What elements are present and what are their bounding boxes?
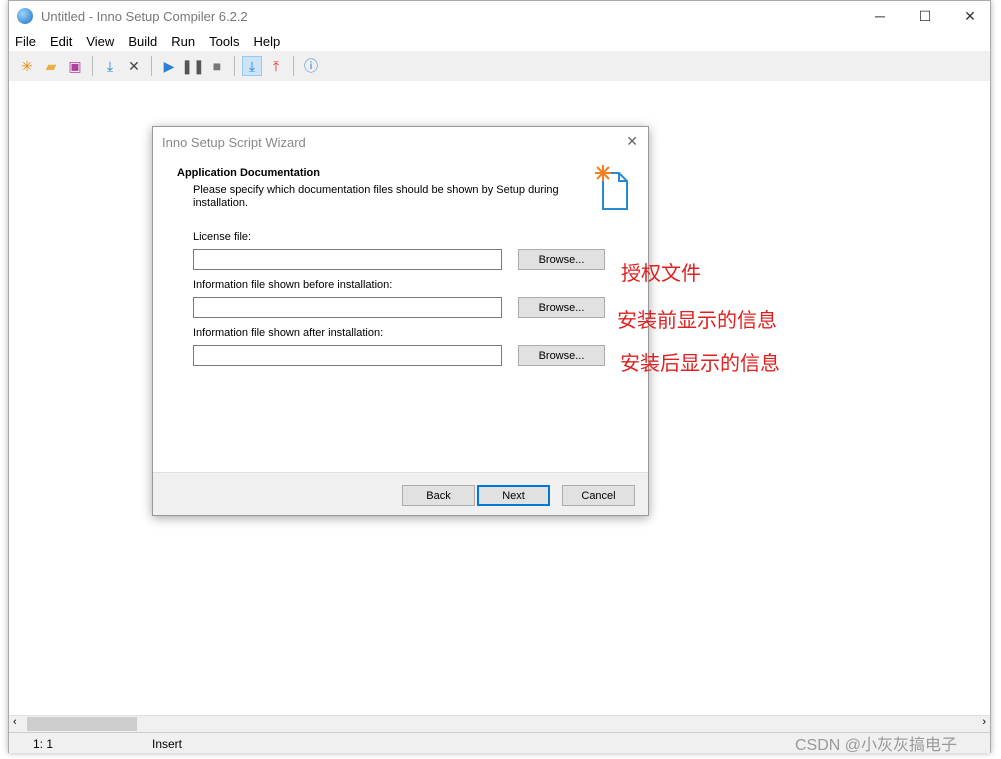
toolbar-separator xyxy=(151,56,152,76)
next-button[interactable]: Next xyxy=(477,485,550,506)
menu-build[interactable]: Build xyxy=(128,34,157,49)
back-button[interactable]: Back xyxy=(402,485,475,506)
horizontal-scrollbar[interactable]: ‹ › xyxy=(9,715,990,732)
toolbar: ✳ ▰ ▣ ⤓ ✕ ▶ ❚❚ ■ ⤓ ⤒ ⓘ xyxy=(9,51,990,81)
edit-mode: Insert xyxy=(152,737,183,751)
browse-info-after-button[interactable]: Browse... xyxy=(518,345,605,366)
save-icon[interactable]: ▣ xyxy=(65,56,85,76)
info-after-input[interactable] xyxy=(193,345,502,366)
menu-edit[interactable]: Edit xyxy=(50,34,72,49)
toolbar-separator xyxy=(293,56,294,76)
close-button[interactable]: ✕ xyxy=(947,1,993,31)
target-setup-icon[interactable]: ⤓ xyxy=(242,56,262,76)
run-icon[interactable]: ▶ xyxy=(159,56,179,76)
annotation-license: 授权文件 xyxy=(621,261,701,285)
target-uninstall-icon[interactable]: ⤒ xyxy=(266,56,286,76)
inno-setup-icon xyxy=(17,8,33,24)
license-file-label: License file: xyxy=(193,231,252,243)
info-after-label: Information file shown after installatio… xyxy=(193,327,384,339)
dialog-title: Inno Setup Script Wizard xyxy=(162,134,306,150)
open-file-icon[interactable]: ▰ xyxy=(41,56,61,76)
script-wizard-dialog: Inno Setup Script Wizard ✕ Application D… xyxy=(152,126,649,516)
dialog-footer: Back Next Cancel xyxy=(153,472,648,515)
terminate-icon[interactable]: ■ xyxy=(207,56,227,76)
browse-license-button[interactable]: Browse... xyxy=(518,249,605,270)
toolbar-separator xyxy=(92,56,93,76)
stop-compile-icon[interactable]: ✕ xyxy=(124,56,144,76)
page-heading: Application Documentation xyxy=(177,167,320,179)
dialog-close-button[interactable]: ✕ xyxy=(626,133,638,150)
menu-file[interactable]: File xyxy=(15,34,36,49)
page-description: Please specify which documentation files… xyxy=(193,184,559,209)
scroll-right-icon[interactable]: › xyxy=(982,716,986,728)
annotation-after: 安装后显示的信息 xyxy=(620,351,780,375)
new-file-icon[interactable]: ✳ xyxy=(17,56,37,76)
menu-bar: File Edit View Build Run Tools Help xyxy=(9,31,990,51)
annotation-before: 安装前显示的信息 xyxy=(617,308,777,332)
license-file-input[interactable] xyxy=(193,249,502,270)
menu-tools[interactable]: Tools xyxy=(209,34,239,49)
window-title: Untitled - Inno Setup Compiler 6.2.2 xyxy=(41,8,248,24)
toolbar-separator xyxy=(234,56,235,76)
cursor-position: 1: 1 xyxy=(33,737,54,751)
document-icon xyxy=(593,161,637,211)
cancel-button[interactable]: Cancel xyxy=(562,485,635,506)
pause-icon[interactable]: ❚❚ xyxy=(181,56,204,76)
menu-run[interactable]: Run xyxy=(171,34,195,49)
minimize-button[interactable]: ─ xyxy=(857,1,903,31)
compile-icon[interactable]: ⤓ xyxy=(100,56,120,76)
watermark: CSDN @小灰灰搞电子 xyxy=(795,737,958,754)
scroll-left-icon[interactable]: ‹ xyxy=(13,716,17,728)
menu-help[interactable]: Help xyxy=(253,34,280,49)
maximize-button[interactable]: ☐ xyxy=(902,1,948,31)
menu-view[interactable]: View xyxy=(86,34,114,49)
info-before-input[interactable] xyxy=(193,297,502,318)
title-bar: Untitled - Inno Setup Compiler 6.2.2 xyxy=(9,1,990,31)
browse-info-before-button[interactable]: Browse... xyxy=(518,297,605,318)
scroll-thumb[interactable] xyxy=(27,717,137,731)
help-icon[interactable]: ⓘ xyxy=(301,56,321,76)
info-before-label: Information file shown before installati… xyxy=(193,279,393,291)
